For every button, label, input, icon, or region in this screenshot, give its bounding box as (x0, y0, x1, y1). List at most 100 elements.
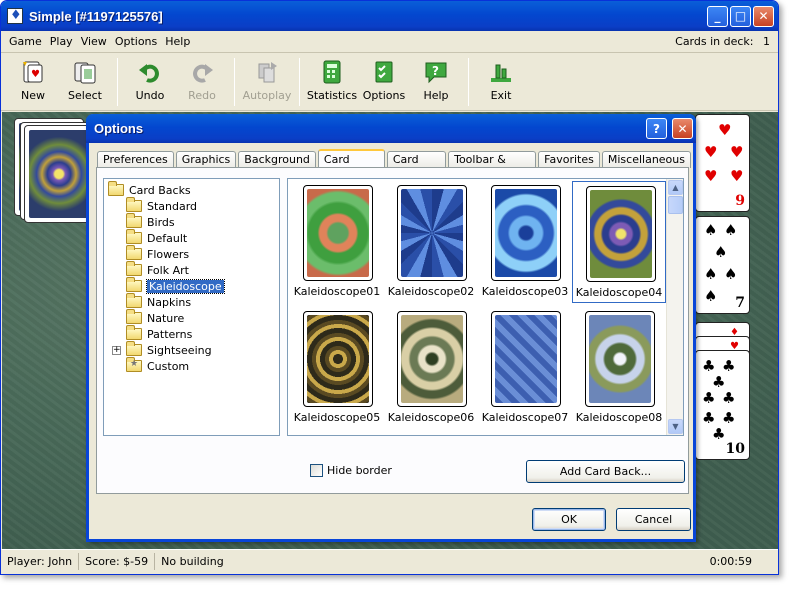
status-bar: Player: John Score: $-59 No building 0:0… (1, 549, 778, 572)
toolbar-separator (117, 58, 118, 106)
folder-icon (108, 181, 124, 196)
thumbnail-kaleidoscope06[interactable]: Kaleidoscope06 (384, 307, 478, 429)
title-bar[interactable]: Simple [#1197125576] _ □ ✕ (1, 1, 778, 31)
status-score: Score: $-59 (79, 552, 156, 570)
exit-button[interactable]: Exit (475, 56, 527, 108)
maximize-button[interactable]: □ (730, 5, 751, 27)
card-backs-panel: Card Backs Standard Birds Default Flower… (96, 167, 689, 494)
scroll-up-icon[interactable]: ▲ (668, 180, 683, 195)
tree-item-flowers[interactable]: Flowers (108, 245, 279, 262)
tab-background[interactable]: Background (238, 151, 316, 168)
scroll-thumb[interactable] (668, 196, 683, 214)
calculator-icon (319, 59, 345, 85)
folder-icon (126, 197, 142, 212)
options-dialog: Options ? ✕ Preferences Graphics Backgro… (86, 114, 696, 542)
undo-button[interactable]: Undo (124, 56, 176, 108)
options-tabs: Preferences Graphics Background Card Bac… (97, 148, 693, 183)
card-rank: 9 (735, 193, 745, 209)
folder-icon (126, 261, 142, 276)
toolbar-separator (234, 58, 235, 106)
cards-in-deck-label: Cards in deck: (675, 35, 754, 48)
tab-miscellaneous[interactable]: Miscellaneous (601, 151, 691, 168)
menu-game[interactable]: Game (5, 35, 46, 48)
thumbnail-kaleidoscope07[interactable]: Kaleidoscope07 (478, 307, 572, 429)
tree-item-root[interactable]: Card Backs (108, 181, 279, 198)
thumbnail-kaleidoscope01[interactable]: Kaleidoscope01 (290, 181, 384, 303)
tab-favorites[interactable]: Favorites (538, 151, 600, 168)
gallery-scrollbar[interactable]: ▲ ▼ (666, 179, 683, 435)
stock-pile[interactable] (24, 125, 94, 223)
tab-card-backs[interactable]: Card Backs (317, 149, 385, 183)
cancel-button[interactable]: Cancel (616, 508, 691, 531)
status-building: No building (161, 554, 224, 568)
folder-icon (126, 293, 142, 308)
tree-item-custom[interactable]: Custom (108, 357, 279, 374)
card-back-gallery: Kaleidoscope01 Kaleidoscope02 Kaleidosco… (287, 178, 684, 436)
folder-icon (126, 341, 142, 356)
redo-icon (189, 59, 215, 85)
svg-text:♥: ♥ (31, 69, 40, 80)
help-button[interactable]: ? Help (410, 56, 462, 108)
folder-icon (126, 245, 142, 260)
new-button[interactable]: ♥ New (7, 56, 59, 108)
tree-item-default[interactable]: Default (108, 229, 279, 246)
folder-icon (126, 309, 142, 324)
folder-icon (126, 325, 142, 340)
tab-card-sets[interactable]: Card Sets (386, 151, 447, 182)
dialog-title-bar[interactable]: Options ? ✕ (86, 114, 696, 143)
tree-item-napkins[interactable]: Napkins (108, 293, 279, 310)
ok-button[interactable]: OK (532, 508, 606, 531)
tab-toolbar-menu[interactable]: Toolbar & Menu (448, 151, 537, 182)
select-button[interactable]: Select (59, 56, 111, 108)
hide-border-label: Hide border (327, 464, 392, 477)
playing-card-10-clubs[interactable]: ♣ ♣ ♣ ♣ ♣ ♣ ♣ ♣ 10 (695, 350, 750, 460)
add-card-back-button[interactable]: Add Card Back... (526, 460, 685, 483)
tree-item-patterns[interactable]: Patterns (108, 325, 279, 342)
card-rank: 7 (735, 295, 745, 311)
thumbnail-kaleidoscope03[interactable]: Kaleidoscope03 (478, 181, 572, 303)
app-icon (7, 8, 23, 24)
playing-card-9-hearts[interactable]: ♥ ♥ ♥ ♥ ♥ 9 (695, 114, 750, 212)
menu-view[interactable]: View (77, 35, 111, 48)
window-title: Simple [#1197125576] (29, 8, 163, 24)
tab-graphics[interactable]: Graphics (175, 151, 237, 168)
toolbar-separator (468, 58, 469, 106)
svg-text:?: ? (432, 64, 439, 78)
status-time: 0:00:59 (709, 554, 752, 568)
thumbnail-kaleidoscope04[interactable]: Kaleidoscope04 (572, 181, 666, 303)
menu-options[interactable]: Options (111, 35, 161, 48)
tree-item-sightseeing[interactable]: + Sightseeing (108, 341, 279, 358)
thumbnail-kaleidoscope08[interactable]: Kaleidoscope08 (572, 307, 666, 429)
dialog-help-button[interactable]: ? (646, 118, 667, 139)
hide-border-checkbox[interactable] (310, 464, 323, 477)
options-button[interactable]: Options (358, 56, 410, 108)
expand-plus-icon[interactable]: + (112, 345, 121, 355)
new-game-icon: ♥ (20, 59, 46, 85)
tree-item-standard[interactable]: Standard (108, 197, 279, 214)
folder-icon (126, 277, 142, 292)
hide-border-option[interactable]: Hide border (310, 464, 392, 477)
tree-item-folk-art[interactable]: Folk Art (108, 261, 279, 278)
tree-item-birds[interactable]: Birds (108, 213, 279, 230)
minimize-button[interactable]: _ (707, 5, 728, 27)
tab-preferences[interactable]: Preferences (97, 151, 174, 168)
autoplay-button[interactable]: Autoplay (241, 56, 293, 108)
cards-in-deck-count: 1 (763, 35, 770, 48)
close-button[interactable]: ✕ (753, 5, 774, 27)
thumbnail-kaleidoscope02[interactable]: Kaleidoscope02 (384, 181, 478, 303)
playing-card-7-spades[interactable]: ♠ ♠ ♠ ♠ ♠ ♠ 7 (695, 216, 750, 314)
custom-folder-icon (126, 357, 142, 372)
menu-play[interactable]: Play (46, 35, 77, 48)
select-game-icon (72, 59, 98, 85)
redo-button[interactable]: Redo (176, 56, 228, 108)
tree-item-kaleidoscope[interactable]: Kaleidoscope (108, 277, 279, 294)
tree-item-nature[interactable]: Nature (108, 309, 279, 326)
toolbar: ♥ New Select Undo Redo Autoplay Statisti… (1, 53, 778, 111)
folder-icon (126, 213, 142, 228)
dialog-close-button[interactable]: ✕ (672, 118, 693, 139)
scroll-down-icon[interactable]: ▼ (668, 419, 683, 434)
menu-help[interactable]: Help (161, 35, 194, 48)
undo-icon (137, 59, 163, 85)
statistics-button[interactable]: Statistics (306, 56, 358, 108)
thumbnail-kaleidoscope05[interactable]: Kaleidoscope05 (290, 307, 384, 429)
